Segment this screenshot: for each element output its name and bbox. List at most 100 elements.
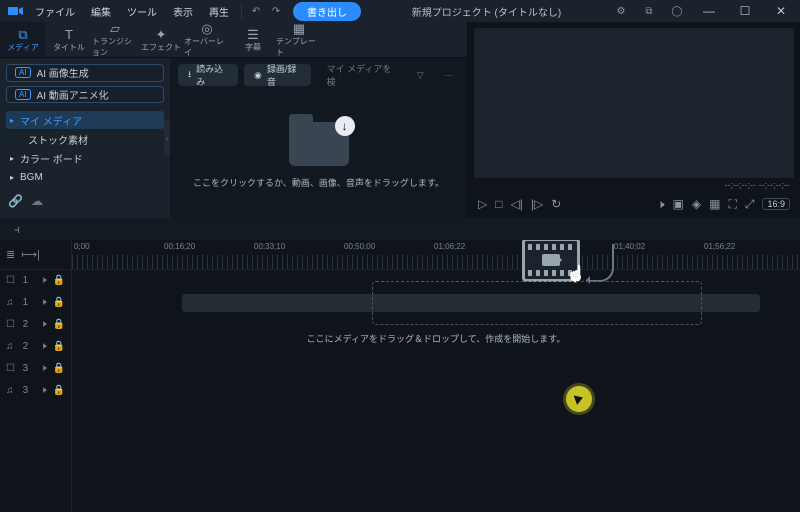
menu-edit[interactable]: 編集: [84, 2, 118, 21]
tree-bgm[interactable]: ▸BGM: [6, 168, 164, 186]
import-button[interactable]: ⭳読み込み: [178, 64, 238, 86]
collapse-handle[interactable]: ‹: [164, 120, 170, 156]
window-maximize[interactable]: ☐: [732, 4, 758, 18]
magnet-icon[interactable]: ⟼|: [21, 248, 40, 261]
timeline-toolbar: ⫞: [0, 218, 800, 240]
grid-icon[interactable]: ▦: [709, 197, 720, 211]
redo-icon[interactable]: ↷: [267, 2, 285, 20]
mute-track-icon[interactable]: 🕨: [40, 363, 46, 374]
menu-tool[interactable]: ツール: [120, 2, 164, 21]
track-lane[interactable]: [72, 358, 800, 380]
tree-colorboard[interactable]: ▸カラー ボード: [6, 149, 164, 167]
tab-transition[interactable]: ▱トランジション: [92, 22, 138, 57]
tab-overlay[interactable]: ◎オーバーレイ: [184, 22, 230, 57]
tab-effect[interactable]: ✦エフェクト: [138, 22, 184, 57]
audio-track-icon: ♫: [6, 297, 17, 308]
prev-frame-icon[interactable]: ◁|: [510, 197, 522, 211]
ruler-label: 01;06;22: [434, 242, 465, 251]
search-input[interactable]: マイ メディアを検: [317, 64, 404, 86]
account-icon[interactable]: ◯: [668, 2, 686, 20]
lock-track-icon[interactable]: 🔒: [53, 319, 65, 330]
tree-label: カラー ボード: [20, 151, 83, 166]
timeline-dropzone[interactable]: ☝: [182, 284, 760, 322]
library-sidebar: AI AI 画像生成 AIAI 動画アニメ化 ▸マイ メディア ストック素材 ▸カ…: [0, 58, 170, 218]
cloud-icon[interactable]: ☁: [31, 194, 43, 208]
aspect-ratio[interactable]: 16:9: [762, 198, 790, 210]
tab-label: タイトル: [53, 42, 85, 53]
snapshot-icon[interactable]: ▣: [673, 197, 684, 211]
effect-icon: ✦: [156, 27, 167, 41]
track-header[interactable]: ☐ 1 🕨 🔒: [0, 270, 71, 292]
tab-media[interactable]: ⧉メディア: [0, 22, 46, 57]
timeline-ruler[interactable]: 0;0000;16;2000;33;1000;50;0001;06;2201;2…: [72, 240, 800, 270]
safezone-icon[interactable]: ⛶: [728, 197, 736, 212]
ai-image-label: AI 画像生成: [37, 65, 89, 80]
track-header[interactable]: ☐3🕨🔒: [0, 358, 71, 380]
track-lane[interactable]: [72, 380, 800, 402]
export-button[interactable]: 書き出し: [293, 2, 361, 21]
ai-anim-label: AI 動画アニメ化: [37, 87, 109, 102]
loop-icon[interactable]: ↻: [551, 197, 561, 211]
mute-track-icon[interactable]: 🕨: [40, 319, 46, 330]
tree-stock[interactable]: ストック素材: [6, 130, 164, 148]
menu-view[interactable]: 表示: [166, 2, 200, 21]
link-icon[interactable]: 🔗: [8, 194, 23, 208]
video-track-icon: ☐: [6, 363, 17, 374]
lock-track-icon[interactable]: 🔒: [53, 385, 65, 396]
transition-icon: ▱: [110, 21, 120, 35]
sidebar-tools: 🔗 ☁: [6, 190, 164, 212]
timeline-body[interactable]: 0;0000;16;2000;33;1000;50;0001;06;2201;2…: [72, 240, 800, 512]
ai-image-button[interactable]: AI AI 画像生成: [6, 64, 164, 82]
tab-label: オーバーレイ: [184, 36, 230, 58]
track-header[interactable]: ♫1🕨🔒: [0, 292, 71, 314]
track-header[interactable]: ☐2🕨🔒: [0, 314, 71, 336]
next-frame-icon[interactable]: |▷: [531, 197, 543, 211]
lock-track-icon[interactable]: 🔒: [53, 341, 65, 352]
ai-badge: AI: [15, 67, 31, 78]
track-number: 1: [23, 275, 29, 286]
tab-label: エフェクト: [141, 42, 181, 53]
preview-controls: ▷ □ ◁| |▷ ↻ 🕨 ▣ ◈ ▦ ⛶ ⤢ 16:9: [468, 190, 800, 218]
menu-file[interactable]: ファイル: [28, 2, 82, 21]
quality-icon[interactable]: ◈: [692, 197, 701, 211]
video-track-icon: ☐: [6, 275, 17, 286]
tab-title[interactable]: Tタイトル: [46, 22, 92, 57]
preview-panel: --;--;--;-- --;--;--;-- ▷ □ ◁| |▷ ↻ 🕨 ▣ …: [468, 22, 800, 218]
mute-track-icon[interactable]: 🕨: [40, 275, 46, 286]
mute-track-icon[interactable]: 🕨: [40, 297, 46, 308]
mute-track-icon[interactable]: 🕨: [40, 341, 46, 352]
track-opts-icon[interactable]: ≣: [6, 248, 15, 261]
lock-track-icon[interactable]: 🔒: [53, 275, 65, 286]
record-button[interactable]: ◉録画/録音: [244, 64, 311, 86]
tl-tool-1[interactable]: ⫞: [8, 220, 26, 238]
mute-track-icon[interactable]: 🕨: [40, 385, 46, 396]
play-icon[interactable]: ▷: [478, 197, 487, 211]
tree-my-media[interactable]: ▸マイ メディア: [6, 111, 164, 129]
window-close[interactable]: ✕: [768, 4, 794, 18]
filter-icon[interactable]: ▽: [410, 64, 432, 86]
stop-icon[interactable]: □: [495, 197, 502, 211]
more-icon[interactable]: ⋯: [437, 64, 459, 86]
ruler-label: 00;16;20: [164, 242, 195, 251]
track-headers: ≣ ⟼| ☐1🕨🔒♫1🕨🔒☐2🕨🔒♫2🕨🔒☐3🕨🔒♫3🕨🔒: [0, 240, 72, 512]
window-minimize[interactable]: —: [696, 4, 722, 18]
tree-label: BGM: [20, 172, 43, 183]
ruler-label: 01;40;02: [614, 242, 645, 251]
undo-icon[interactable]: ↶: [247, 2, 265, 20]
track-header[interactable]: ♫2🕨🔒: [0, 336, 71, 358]
preview-canvas[interactable]: [474, 28, 794, 178]
tree-label: マイ メディア: [20, 113, 82, 128]
fullscreen-icon[interactable]: ⤢: [745, 197, 755, 212]
mute-icon[interactable]: 🕨: [657, 197, 665, 212]
ai-anim-button[interactable]: AIAI 動画アニメ化: [6, 86, 164, 104]
menu-play[interactable]: 再生: [202, 2, 236, 21]
track-header[interactable]: ♫3🕨🔒: [0, 380, 71, 402]
tab-subtitle[interactable]: ☰字幕: [230, 22, 276, 57]
settings-icon[interactable]: ⚙: [612, 2, 630, 20]
notify-icon[interactable]: ⧉: [640, 2, 658, 20]
lock-track-icon[interactable]: 🔒: [53, 363, 65, 374]
tab-template[interactable]: ▦テンプレート: [276, 22, 322, 57]
video-track-icon: ☐: [6, 319, 17, 330]
lock-track-icon[interactable]: 🔒: [53, 297, 65, 308]
media-drop-area[interactable]: ↓ ここをクリックするか、動画、画像、音声をドラッグします。: [170, 92, 467, 218]
